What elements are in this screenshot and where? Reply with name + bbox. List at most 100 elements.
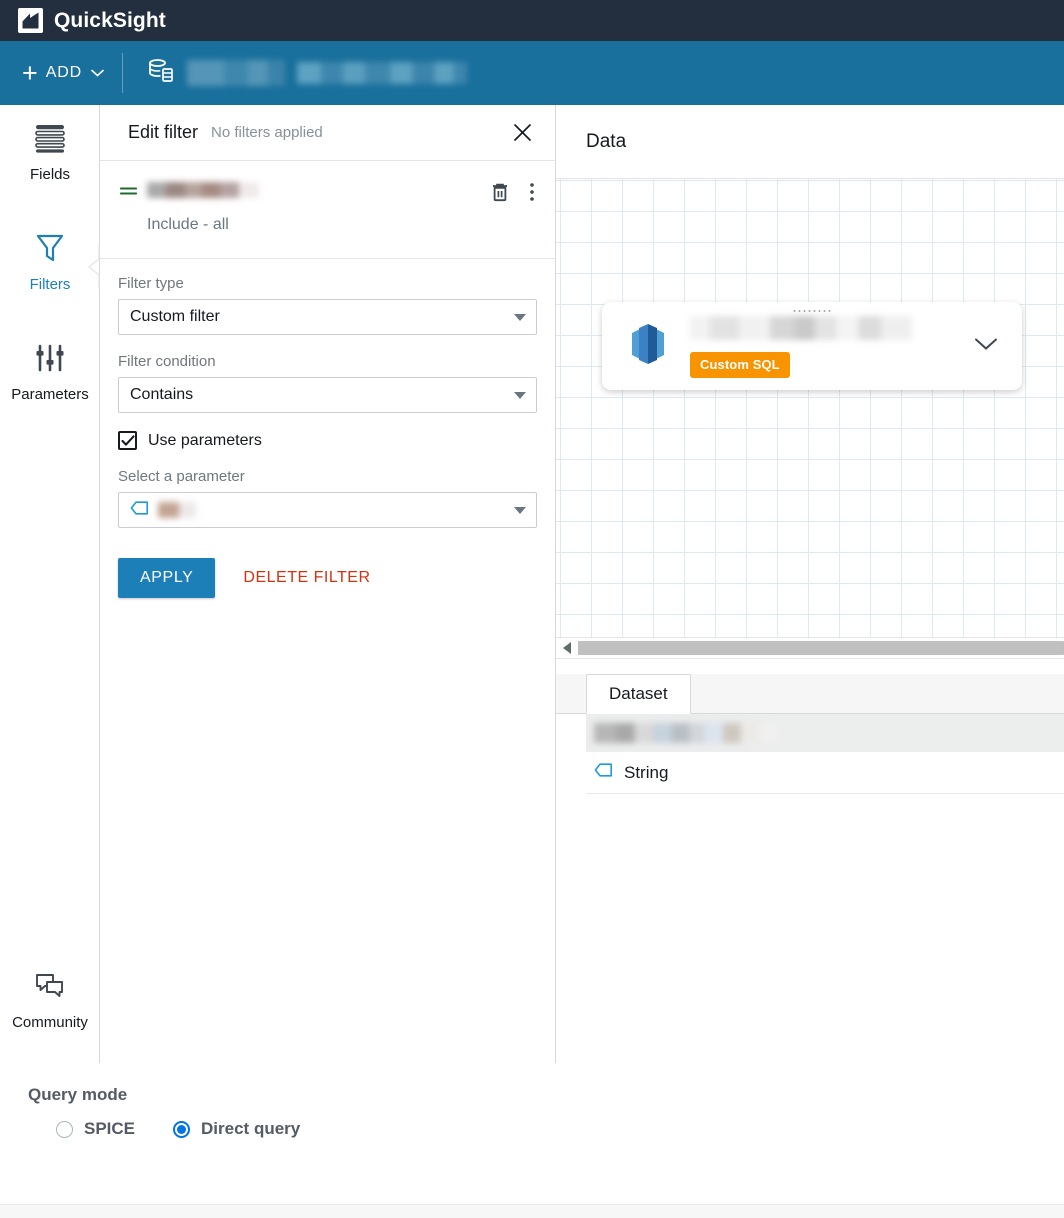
apply-button[interactable]: APPLY [118, 558, 216, 598]
sidebar-item-label: Filters [29, 276, 71, 293]
query-mode-options: SPICE Direct query [0, 1105, 1064, 1139]
redshift-icon [626, 321, 670, 372]
filter-item-actions [489, 177, 537, 204]
dataset-meta-redacted [296, 62, 467, 84]
chevron-down-icon[interactable] [968, 331, 1004, 362]
sidebar-item-community[interactable]: Community [0, 953, 100, 1041]
data-source-title-redacted [690, 316, 912, 340]
fields-icon [33, 119, 67, 157]
sliders-icon [34, 339, 66, 377]
rail-spacer [0, 193, 99, 215]
brand-name: QuickSight [54, 8, 166, 32]
custom-sql-badge: Custom SQL [690, 352, 790, 378]
left-rail: Fields Filters Parameters Community [0, 105, 100, 1063]
column-type-label: String [624, 762, 669, 782]
filter-funnel-icon [35, 229, 65, 267]
quicksight-dataset-editor: QuickSight + ADD Fields Filters Paramete… [0, 0, 1064, 1218]
query-mode-label: Query mode [28, 1085, 128, 1104]
chevron-down-icon [91, 64, 104, 82]
data-pane-title: Data [586, 130, 627, 152]
sidebar-item-label: Parameters [11, 386, 89, 403]
table-row[interactable]: String [586, 752, 1064, 794]
filter-type-label: Filter type [118, 275, 184, 292]
kebab-menu-icon[interactable] [527, 180, 537, 204]
filter-item-state: Include - all [147, 216, 229, 233]
data-source-node-body: Custom SQL [690, 314, 968, 378]
sidebar-item-parameters[interactable]: Parameters [0, 325, 100, 413]
filter-item-body: Include - all [147, 177, 489, 234]
column-name-redacted [594, 723, 778, 743]
data-flow-canvas[interactable]: Custom SQL [556, 179, 1064, 637]
rail-spacer [0, 303, 99, 325]
sidebar-item-label: Community [12, 1014, 88, 1031]
select-parameter-label: Select a parameter [118, 468, 245, 485]
dataset-name-redacted [186, 60, 285, 86]
chat-bubbles-icon [34, 967, 66, 1005]
caret-down-icon [514, 506, 526, 514]
use-parameters-label: Use parameters [148, 431, 262, 449]
table-column-header[interactable] [586, 714, 1064, 752]
filter-panel-actions: APPLY DELETE FILTER [100, 532, 555, 624]
delete-filter-button[interactable]: DELETE FILTER [229, 558, 384, 598]
radio-spice[interactable]: SPICE [56, 1119, 135, 1139]
filter-settings-body: Filter type Custom filter Filter conditi… [100, 259, 555, 528]
checkbox-box [118, 431, 137, 450]
radio-label: SPICE [84, 1119, 136, 1138]
footer: Query mode SPICE Direct query [0, 1063, 1064, 1218]
horizontal-scroll-thumb[interactable] [578, 641, 1064, 655]
filter-condition-label: Filter condition [118, 353, 216, 370]
parameter-name-redacted [158, 502, 196, 518]
filter-panel-header: Edit filter No filters applied [100, 105, 555, 161]
filter-type-value: Custom filter [130, 308, 220, 325]
radio-direct-query[interactable]: Direct query [173, 1119, 300, 1139]
close-icon[interactable] [508, 118, 537, 147]
tab-dataset[interactable]: Dataset [586, 674, 691, 714]
filter-status-text: No filters applied [211, 124, 323, 141]
dataset-grid: String [556, 714, 1064, 844]
radio-label: Direct query [201, 1119, 301, 1138]
equals-icon [119, 184, 138, 202]
sidebar-item-filters[interactable]: Filters [0, 215, 100, 303]
checkmark-icon [120, 434, 135, 446]
trash-icon[interactable] [489, 180, 511, 204]
scroll-track[interactable] [578, 641, 1064, 655]
filter-condition-value: Contains [130, 386, 194, 403]
sidebar-item-fields[interactable]: Fields [0, 105, 100, 193]
bottom-strip [0, 1204, 1064, 1218]
database-icon [147, 58, 175, 89]
page-title: Edit filter [128, 122, 199, 142]
filter-condition-select[interactable]: Contains [118, 377, 537, 413]
plus-icon: + [22, 57, 38, 88]
caret-down-icon [514, 313, 526, 321]
radio-button [56, 1120, 73, 1138]
use-parameters-checkbox[interactable]: Use parameters [118, 431, 537, 450]
parameter-value-wrap [130, 500, 514, 520]
tab-label: Dataset [609, 684, 668, 703]
radio-button-selected [173, 1120, 191, 1138]
string-tag-icon [130, 500, 149, 520]
sidebar-item-label: Fields [29, 166, 70, 183]
data-tabs: Dataset [556, 674, 1064, 714]
caret-left-icon[interactable] [556, 642, 578, 654]
add-button-label: ADD [45, 64, 82, 81]
panel-collapse-handle[interactable] [87, 245, 100, 289]
quicksight-logo-icon [18, 8, 43, 33]
string-tag-icon [594, 763, 613, 782]
filter-field-name-redacted [147, 182, 259, 198]
parameter-select[interactable] [118, 492, 537, 528]
top-toolbar: + ADD [0, 41, 1064, 105]
sidebar-item-community-wrap: Community [0, 953, 100, 1041]
filter-type-select[interactable]: Custom filter [118, 299, 537, 335]
horizontal-scrollbar[interactable] [556, 637, 1064, 659]
data-pane: Data Custom SQL Dataset String [556, 105, 1064, 1063]
add-button[interactable]: + ADD [0, 41, 122, 105]
dataset-chip[interactable] [123, 58, 467, 89]
data-source-node[interactable]: Custom SQL [602, 302, 1022, 390]
brand-bar: QuickSight [0, 0, 1064, 41]
filter-list-item: Include - all [100, 161, 555, 259]
edit-filter-panel: Edit filter No filters applied Include -… [100, 105, 556, 1063]
filter-item-row: Include - all [118, 177, 537, 234]
caret-down-icon [514, 391, 526, 399]
drag-dots-icon[interactable] [793, 310, 831, 312]
data-pane-header: Data [556, 105, 1064, 179]
